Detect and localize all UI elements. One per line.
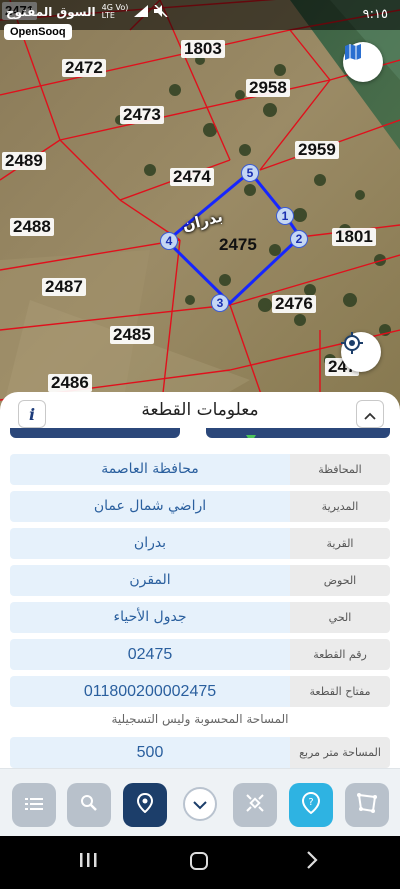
polygon-tool-button[interactable] (345, 783, 389, 827)
parcel-label[interactable]: 2487 (42, 278, 86, 296)
map-view[interactable]: 2471 1803 2472 2958 2473 2959 2489 2474 … (0, 0, 400, 420)
parcel-label[interactable]: 2474 (170, 168, 214, 186)
field-value: جدول الأحياء (10, 602, 290, 633)
field-value: 011800200002475 (10, 676, 290, 707)
field-value: اراضي شمال عمان (10, 491, 290, 522)
sheet-title: معلومات القطعة (141, 400, 259, 420)
field-key: المحافظة (290, 454, 390, 485)
field-value: بدران (10, 528, 290, 559)
parcel-label[interactable]: 2958 (246, 79, 290, 97)
parcel-label[interactable]: 1801 (332, 228, 376, 246)
bottom-toolbar: ? (0, 768, 400, 836)
collapse-button[interactable] (356, 400, 384, 428)
app-brand-badge: OpenSooq (4, 24, 72, 40)
clock: ٩:١٥ (362, 7, 388, 22)
field-parcel-key: 011800200002475 مفتاح القطعة (10, 676, 390, 707)
search-icon (80, 794, 98, 816)
action-button-right[interactable] (206, 428, 390, 438)
back-button[interactable] (302, 850, 326, 874)
parcel-label[interactable]: 1803 (181, 40, 225, 58)
location-button[interactable] (123, 783, 167, 827)
chevron-down-icon (193, 795, 207, 814)
field-village: بدران القرية (10, 528, 390, 559)
mute-icon (154, 3, 168, 20)
field-neighborhood: جدول الأحياء الحي (10, 602, 390, 633)
chevron-up-icon (364, 405, 376, 424)
search-button[interactable] (67, 783, 111, 827)
location-pin-icon (136, 792, 154, 817)
action-button-left[interactable] (10, 428, 180, 438)
parcel-label[interactable]: 2488 (10, 218, 54, 236)
field-key: القرية (290, 528, 390, 559)
parcel-label[interactable]: 2489 (2, 152, 46, 170)
field-value: 02475 (10, 639, 290, 670)
field-parcel-number: 02475 رقم القطعة (10, 639, 390, 670)
vertex-marker-3[interactable]: 3 (211, 294, 229, 312)
field-key: مفتاح القطعة (290, 676, 390, 707)
parcel-info-sheet: i معلومات القطعة محافظة العاصمة المحافظة… (0, 392, 400, 770)
recent-apps-button[interactable] (78, 850, 102, 874)
list-icon (25, 796, 43, 815)
status-left: السوق المفتوح 4G Vo) LTE (6, 4, 168, 20)
parcel-label[interactable]: 2473 (120, 106, 164, 124)
vertex-marker-1[interactable]: 1 (276, 207, 294, 225)
parcel-label[interactable]: 2485 (110, 326, 154, 344)
field-key: رقم القطعة (290, 639, 390, 670)
list-button[interactable] (12, 783, 56, 827)
vertex-marker-4[interactable]: 4 (160, 232, 178, 250)
field-key: الحوض (290, 565, 390, 596)
polygon-icon (356, 792, 378, 818)
field-area: 500 المساحة متر مربع (10, 737, 390, 768)
svg-text:?: ? (308, 797, 313, 808)
field-key: الحي (290, 602, 390, 633)
expand-button[interactable] (183, 787, 217, 821)
sheet-header: i معلومات القطعة (0, 392, 400, 432)
parcel-label[interactable]: 2959 (295, 141, 339, 159)
vertex-marker-5[interactable]: 5 (241, 164, 259, 182)
home-button[interactable] (188, 850, 212, 874)
satellite-button[interactable] (233, 783, 277, 827)
network-bottom-label: LTE (101, 11, 115, 20)
field-value: المقرن (10, 565, 290, 596)
satellite-icon (244, 792, 266, 818)
network-indicator: 4G Vo) LTE (102, 4, 129, 20)
field-key: المساحة متر مربع (290, 737, 390, 768)
arrow-down-icon (246, 428, 256, 438)
field-governorate: محافظة العاصمة المحافظة (10, 454, 390, 485)
field-directorate: اراضي شمال عمان المديرية (10, 491, 390, 522)
vertex-marker-2[interactable]: 2 (290, 230, 308, 248)
parcel-fields: محافظة العاصمة المحافظة اراضي شمال عمان … (10, 454, 390, 770)
parcel-label[interactable]: 2472 (62, 59, 106, 77)
area-note: المساحة المحسوبة وليس التسجيلية (111, 712, 289, 726)
signal-icon (134, 4, 149, 20)
help-button[interactable]: ? (289, 783, 333, 827)
parcel-label[interactable]: 2476 (272, 295, 316, 313)
locate-me-button[interactable] (341, 332, 381, 372)
map-type-button[interactable] (343, 42, 383, 82)
parcel-label[interactable]: 2486 (48, 374, 92, 392)
field-basin: المقرن الحوض (10, 565, 390, 596)
system-nav-bar (0, 836, 400, 889)
field-value: 500 (10, 737, 290, 768)
help-icon: ? (301, 791, 321, 818)
field-key: المديرية (290, 491, 390, 522)
field-value: محافظة العاصمة (10, 454, 290, 485)
parcel-label-selected[interactable]: 2475 (216, 236, 260, 254)
app-brand-ar: السوق المفتوح (6, 5, 96, 19)
